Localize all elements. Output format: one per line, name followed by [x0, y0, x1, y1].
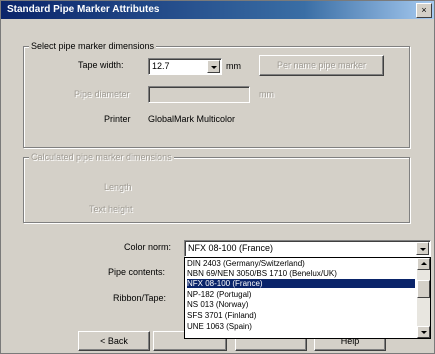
pipe-contents-label: Pipe contents: [108, 267, 166, 277]
chevron-down-icon[interactable] [207, 60, 220, 73]
close-button[interactable]: × [416, 3, 432, 18]
scroll-thumb[interactable] [417, 280, 430, 298]
per-name-pipe-marker-button[interactable]: Per name pipe marker [259, 55, 384, 76]
length-label: Length [104, 182, 132, 192]
dialog-window: Standard Pipe Marker Attributes × Select… [0, 0, 435, 354]
ribbon-tape-label: Ribbon/Tape: [113, 293, 167, 303]
color-norm-value: NFX 08-100 (France) [188, 243, 274, 253]
back-button[interactable]: < Back [78, 331, 150, 351]
list-item[interactable]: NS 013 (Norway) [187, 300, 415, 309]
list-item[interactable]: NBN 69/NEN 3050/BS 1710 (Benelux/UK) [187, 269, 415, 278]
tape-width-label: Tape width: [78, 60, 124, 70]
color-norm-dropdown-list[interactable]: DIN 2403 (Germany/Switzerland) NBN 69/NE… [184, 257, 431, 339]
chevron-down-icon[interactable] [416, 242, 429, 255]
color-norm-select[interactable]: NFX 08-100 (France) [184, 240, 431, 257]
color-norm-label: Color norm: [124, 242, 172, 252]
list-item[interactable]: UNE 1063 (Spain) [187, 322, 415, 331]
scroll-down-icon[interactable] [417, 326, 430, 338]
tape-width-value: 12.7 [152, 61, 170, 71]
per-name-pipe-marker-label: Per name pipe marker [276, 60, 367, 70]
list-item-selected[interactable]: NFX 08-100 (France) [187, 279, 415, 288]
list-item[interactable]: NP-182 (Portugal) [187, 290, 415, 299]
pipe-diameter-input[interactable] [148, 86, 250, 103]
list-item[interactable]: SFS 3701 (Finland) [187, 311, 415, 320]
text-height-label: Text height [89, 204, 133, 214]
back-button-label: < Back [100, 336, 128, 346]
printer-value: GlobalMark Multicolor [148, 114, 236, 124]
title-bar: Standard Pipe Marker Attributes × [1, 1, 434, 19]
scroll-up-icon[interactable] [417, 258, 430, 270]
tape-width-select[interactable]: 12.7 [148, 58, 222, 75]
window-title: Standard Pipe Marker Attributes [7, 4, 160, 15]
pipe-diameter-unit: mm [259, 89, 274, 99]
pipe-diameter-label: Pipe diameter [74, 89, 130, 99]
dimensions-group-legend: Select pipe marker dimensions [29, 41, 157, 51]
printer-label: Printer [104, 114, 131, 124]
list-scrollbar[interactable] [417, 258, 430, 338]
tape-width-unit: mm [226, 61, 241, 71]
list-item[interactable]: DIN 2403 (Germany/Switzerland) [187, 259, 415, 268]
calculated-group [23, 157, 410, 223]
calculated-group-legend: Calculated pipe marker dimensions [29, 152, 174, 162]
